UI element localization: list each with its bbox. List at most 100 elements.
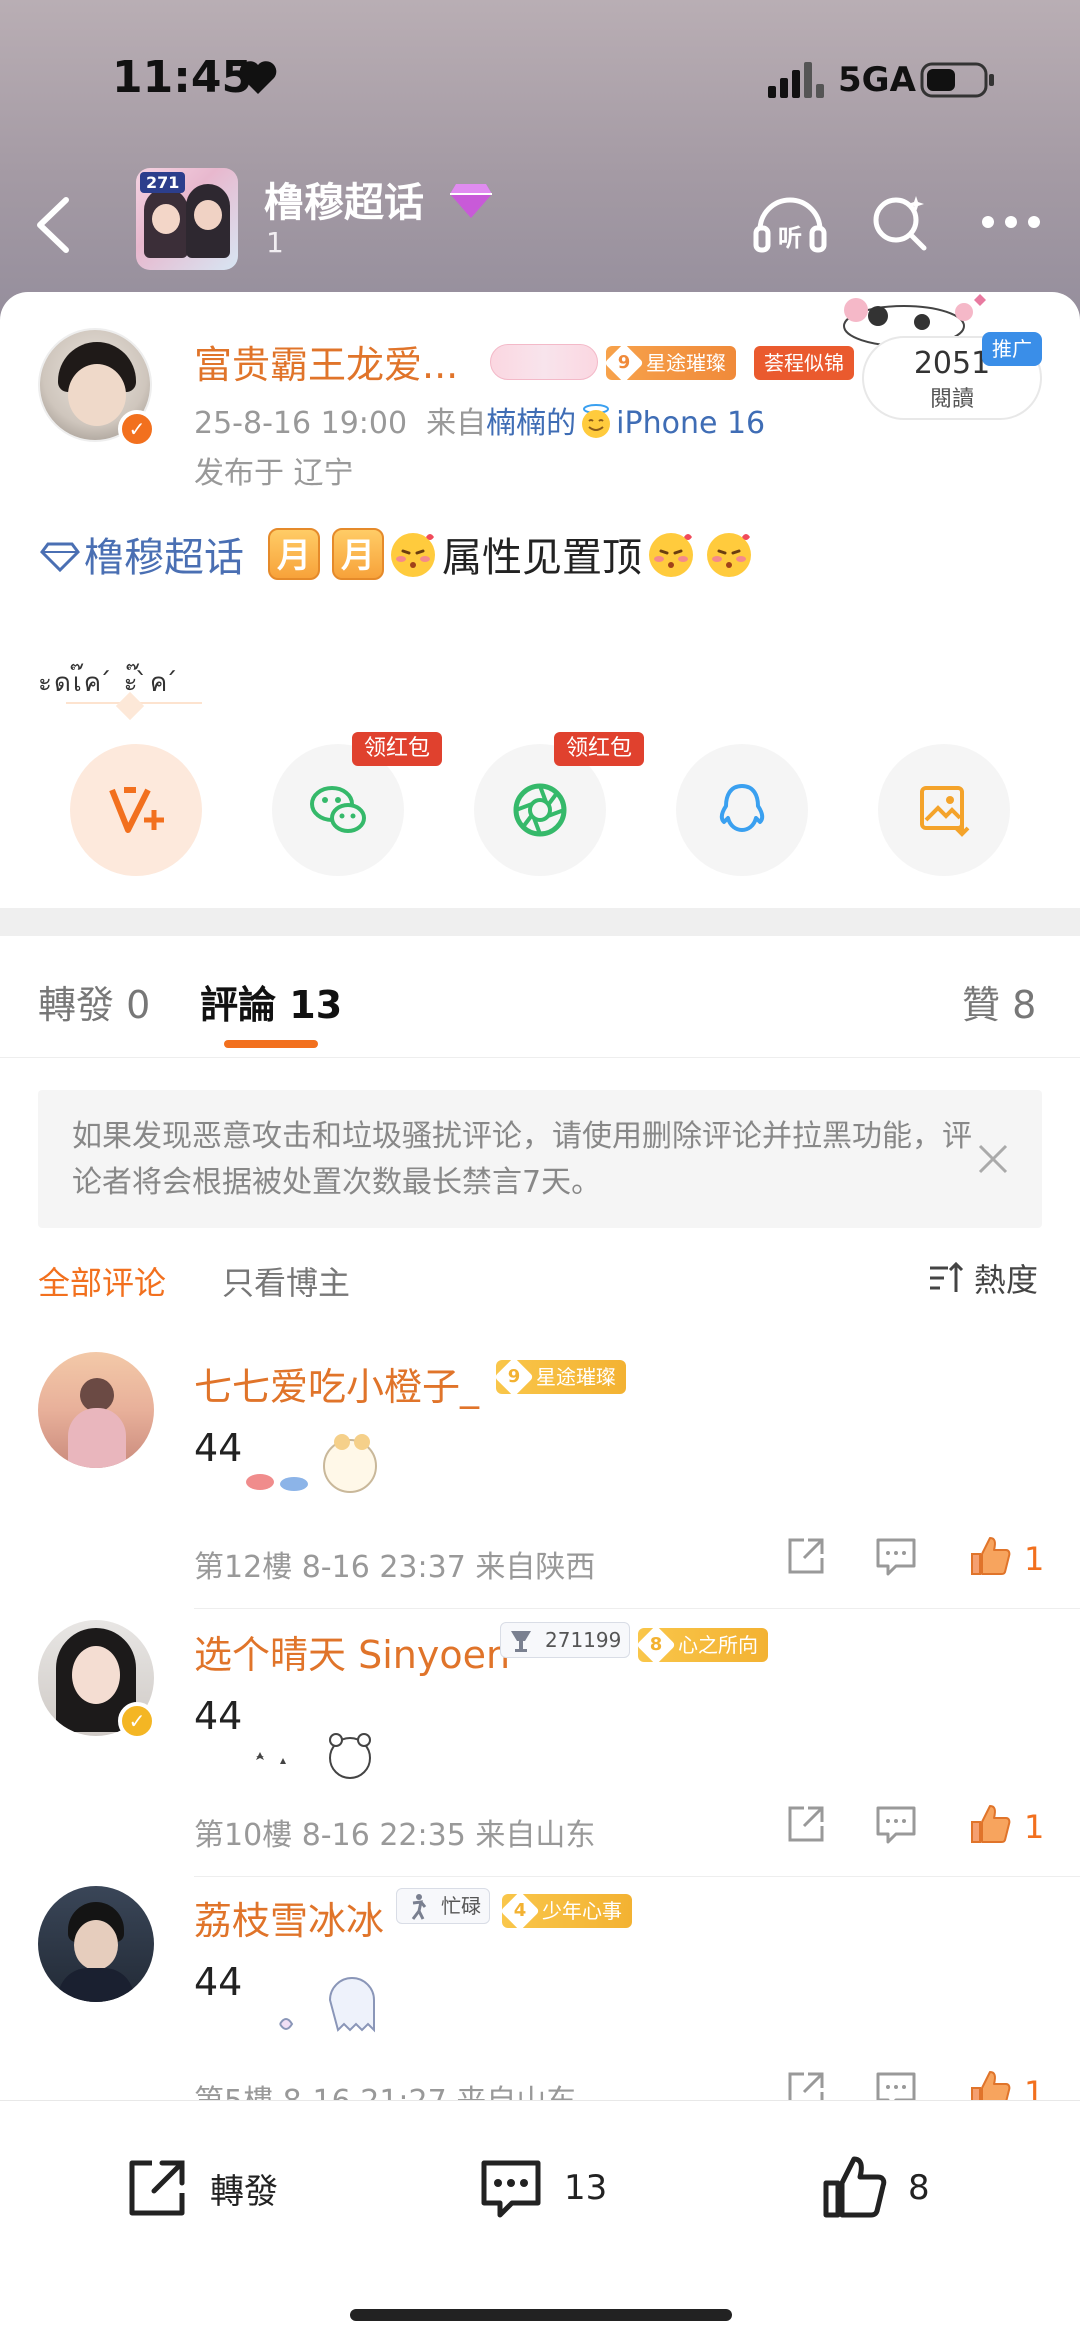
signal-icon [768,62,824,98]
post-body: 橹穆超话 月 月 属性见置顶 [40,524,758,584]
fan-level-badge[interactable]: 9 星途璀璨 [494,1357,626,1397]
bottom-comment-button[interactable]: 13 [476,2153,607,2223]
share-weibo-button[interactable] [70,744,202,876]
status-bar: 11:45 5GA [0,0,1080,160]
angel-emoji-icon [582,404,611,438]
comment-meta: 第12樓 8-16 23:37 来自陕西 [194,1550,596,1585]
ghost-sticker [279,1977,375,2033]
commenter-name[interactable]: 选个晴天 Sinyoen [194,1624,510,1679]
like-count: 1 [1024,1808,1045,1846]
blush-kiss-emoji-icon [649,533,693,577]
battery-icon [920,62,994,98]
commenter-avatar[interactable] [38,1886,154,2002]
tab-repost[interactable]: 轉發 0 [38,974,150,1029]
commenter-name[interactable]: 七七爱吃小橙子_ [194,1356,479,1411]
verified-icon: ✓ [118,410,156,448]
listen-icon[interactable]: 听 [752,190,828,256]
notice-text: 如果发现恶意攻击和垃圾骚扰评论，请使用删除评论并拉黑功能，评论者将会根据被处置次… [72,1119,972,1200]
bottom-action-bar: 轉發 13 8 [0,2100,1080,2342]
qq-penguin-icon [719,784,765,832]
topic-title[interactable]: 橹穆超话 [264,170,424,228]
save-image-button[interactable] [878,744,1010,876]
blush-kiss-emoji-icon [707,533,751,577]
network-label: 5GA [838,60,916,100]
diamond-icon [40,542,80,573]
filter-all-comments[interactable]: 全部评论 [38,1258,166,1304]
close-icon[interactable] [974,1140,1012,1178]
like-icon[interactable] [968,1802,1012,1846]
blush-kiss-emoji-icon [391,533,435,577]
comment-item: 七七爱吃小橙子_ 9 星途璀璨 44 第12樓 8-16 23:37 来自陕西 1 [0,1352,1080,1620]
home-indicator[interactable] [350,2309,732,2321]
comment-meta: 第10樓 8-16 22:35 来自山东 [194,1818,596,1853]
runner-icon [411,1894,427,1920]
save-image-icon [920,786,970,837]
section-divider [0,908,1080,936]
tab-likes[interactable]: 贊 8 [962,974,1036,1029]
moon-emoji-icon: 月 [332,528,384,580]
fan-title-badge[interactable]: 荟程似锦 [754,346,854,380]
source-link[interactable]: 楠楠的 [486,406,576,441]
comment-item: ✓ 选个晴天 Sinyoen 271199 8 心之所向 44 第10樓 8-16… [0,1620,1080,1888]
post-card: ✓ 富贵霸王龙爱... 9 星途璀璨 荟程似锦 2051 閱讀 推广 25-8-1… [0,292,1080,912]
divider [194,1608,1080,1609]
more-icon[interactable] [980,212,1042,232]
gem-icon [450,184,492,218]
trophy-icon [511,1631,531,1652]
commenter-avatar[interactable] [38,1352,154,1468]
fan-level-badge[interactable]: 9 星途璀璨 [604,343,736,383]
svg-text:听: 听 [778,224,802,252]
topic-link[interactable]: 橹穆超话 [40,525,244,583]
repost-icon[interactable] [784,1802,828,1846]
reply-icon[interactable] [874,1802,918,1846]
fan-level-badge[interactable]: 4 少年心事 [500,1891,632,1931]
interaction-tabs: 轉發 0 評論 13 贊 8 [0,936,1080,1058]
reply-icon[interactable] [874,1534,918,1578]
thumbs-up-icon [823,2156,887,2218]
bottom-like-button[interactable]: 8 [820,2153,930,2223]
reads-label: 閱讀 [929,387,974,412]
sort-button[interactable]: 熱度 [928,1256,1038,1300]
kaomoji-text: ะดเ๊ค ́ ะ๊ ̀ค ́ [38,668,180,698]
search-icon[interactable] [868,190,932,254]
source-device[interactable]: iPhone 16 [616,406,765,441]
red-packet-tag[interactable]: 领红包 [554,732,645,766]
sparkle-bear-sticker [256,1733,371,1779]
topic-subtitle: 1 [266,226,284,259]
post-meta: 25-8-16 19:00 来自楠楠的 iPhone 16 [194,398,765,442]
user-badge[interactable]: 271199 [500,1622,631,1658]
comment-filter-row: 全部评论 只看博主 熱度 [0,1254,1080,1304]
back-icon[interactable] [28,190,78,260]
share-qq-button[interactable] [676,744,808,876]
author-name[interactable]: 富贵霸王龙爱... [194,334,458,389]
filter-owner-only[interactable]: 只看博主 [222,1258,350,1304]
comment-notice: 如果发现恶意攻击和垃圾骚扰评论，请使用删除评论并拉黑功能，评论者将会根据被处置次… [38,1090,1042,1228]
comment-icon [481,2160,541,2218]
weibo-v-plus-icon [109,787,164,833]
sort-icon [930,1261,964,1292]
promo-tag: 推广 [982,332,1042,366]
status-time: 11:45 [112,52,253,103]
topic-avatar[interactable]: 271 [136,168,238,270]
moments-shutter-icon [513,783,567,837]
post-time: 25-8-16 19:00 [194,406,408,441]
verified-icon: ✓ [118,1702,156,1740]
bottom-repost-button[interactable]: 轉發 [122,2153,278,2223]
source-prefix: 来自 [426,406,487,441]
user-badge[interactable]: 忙碌 [396,1888,490,1924]
deco-sticker [490,344,598,380]
heart-icon [239,61,277,94]
moon-emoji-icon: 月 [268,528,320,580]
repost-icon[interactable] [784,1534,828,1578]
post-text: 属性见置顶 [442,535,642,581]
commenter-name[interactable]: 荔枝雪冰冰 [194,1890,384,1945]
red-packet-tag[interactable]: 领红包 [352,732,443,766]
like-icon[interactable] [968,1534,1012,1578]
topic-avatar-tag: 271 [140,172,186,193]
tab-comments[interactable]: 評論 13 [200,974,342,1029]
fan-level-badge[interactable]: 8 心之所向 [636,1625,768,1665]
cute-sticker [246,1434,377,1493]
wechat-icon [310,786,366,833]
like-count: 1 [1024,1540,1045,1578]
share-row: 领红包 领红包 [0,732,1080,880]
